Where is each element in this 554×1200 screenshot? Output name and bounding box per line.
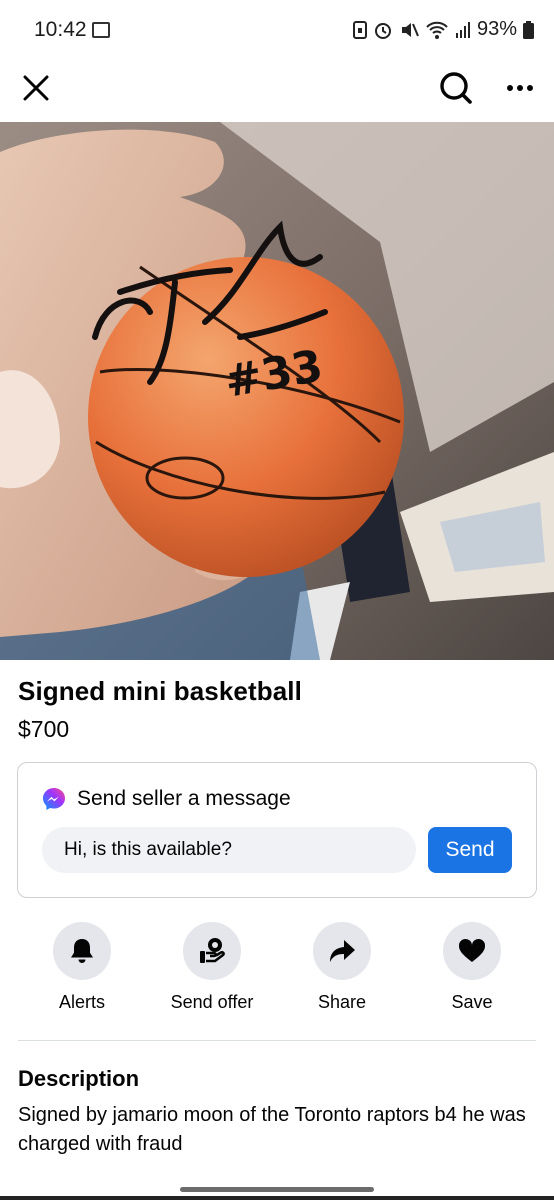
bell-icon: [71, 939, 93, 963]
description-heading: Description: [18, 1066, 140, 1091]
share-circle[interactable]: [313, 922, 371, 980]
divider: [18, 1040, 536, 1041]
status-time: 10:42: [34, 18, 87, 41]
description-text: Signed by jamario moon of the Toronto ra…: [18, 1104, 526, 1155]
offer-icon: [200, 938, 225, 963]
alerts-button[interactable]: Alerts: [17, 922, 147, 1013]
status-icons: 93%: [352, 18, 534, 41]
send-message-card: Send seller a message Send: [17, 762, 537, 898]
save-label: Save: [451, 992, 493, 1012]
share-icon: [330, 940, 355, 962]
more-options-button[interactable]: [498, 66, 542, 110]
close-icon: [23, 75, 49, 101]
close-button[interactable]: [16, 68, 56, 108]
mute-icon: [401, 22, 419, 37]
wifi-icon: [426, 21, 448, 39]
save-circle[interactable]: [443, 922, 501, 980]
save-button[interactable]: Save: [407, 922, 537, 1013]
send-offer-label: Send offer: [170, 992, 254, 1012]
battery-icon: [523, 20, 534, 39]
messenger-icon: [43, 788, 65, 810]
share-button[interactable]: Share: [277, 922, 407, 1013]
alerts-circle[interactable]: [53, 922, 111, 980]
signal-icon: [455, 21, 470, 38]
action-bar: Alerts Send offer Share Save: [0, 922, 554, 1022]
message-input[interactable]: [42, 827, 416, 873]
search-button[interactable]: [434, 66, 478, 110]
share-label: Share: [317, 992, 367, 1012]
lock-icon: [352, 20, 367, 39]
battery-percent: 93%: [476, 18, 517, 40]
send-offer-button[interactable]: Send offer: [147, 922, 277, 1013]
app-bar: [0, 60, 554, 122]
send-offer-circle[interactable]: [183, 922, 241, 980]
send-button[interactable]: Send: [428, 827, 512, 873]
heart-icon: [458, 938, 486, 962]
status-bar: 10:42 93%: [0, 0, 554, 60]
home-indicator[interactable]: [180, 1187, 374, 1192]
listing-price: $700: [18, 716, 70, 742]
search-icon: [440, 72, 472, 104]
more-horizontal-icon: [507, 85, 533, 91]
alarm-icon: [374, 22, 391, 39]
notification-icon: [92, 22, 110, 38]
listing-title: Signed mini basketball: [18, 676, 302, 706]
message-card-heading: Send seller a message: [77, 787, 291, 810]
product-photo[interactable]: #33: [0, 122, 554, 660]
alerts-label: Alerts: [58, 992, 105, 1012]
